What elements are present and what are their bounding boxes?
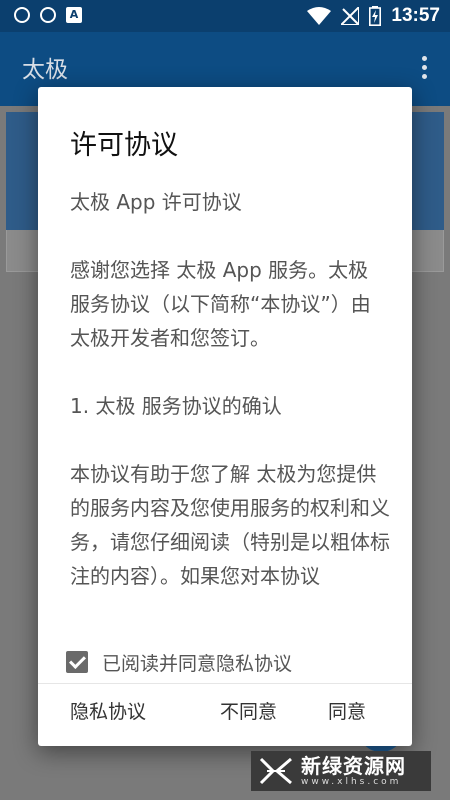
divider: [38, 683, 412, 684]
license-dialog: 许可协议 太极 App 许可协议 感谢您选择 太极 App 服务。太极 服务协议…: [38, 87, 412, 746]
text-fade: [38, 607, 412, 645]
watermark-text: 新绿资源网: [301, 753, 406, 778]
app-title: 太极: [22, 57, 68, 83]
notification-icons: A: [14, 7, 82, 23]
disagree-button[interactable]: 不同意: [220, 697, 277, 727]
watermark-url: www.xlhs.com: [301, 776, 402, 787]
battery-charging-icon: [369, 6, 382, 26]
overflow-menu-icon[interactable]: [422, 56, 428, 83]
status-right: 13:57: [307, 4, 440, 28]
shield-icon: [40, 7, 56, 23]
agree-checkbox[interactable]: [66, 651, 88, 673]
wifi-icon: [307, 7, 332, 25]
agree-checkbox-row[interactable]: 已阅读并同意隐私协议: [66, 645, 292, 679]
clock: 13:57: [391, 5, 440, 26]
no-signal-icon: [341, 7, 360, 25]
checkbox-label[interactable]: 已阅读并同意隐私协议: [102, 649, 292, 676]
watermark-logo-icon: [259, 757, 292, 785]
license-paragraph: 本协议有助于您了解 太极为您提供的服务内容及您使用服务的权利和义务，请您仔细阅读…: [70, 462, 390, 588]
watermark: 新绿资源网 www.xlhs.com: [251, 751, 431, 791]
license-paragraph: 感谢您选择 太极 App 服务。太极 服务协议（以下简称“本协议”）由 太极开发…: [70, 258, 371, 350]
license-paragraph: 1. 太极 服务协议的确认: [70, 394, 282, 418]
shield-icon: [14, 7, 30, 23]
app-a-icon: A: [66, 7, 82, 23]
agree-button[interactable]: 同意: [328, 697, 366, 727]
license-paragraph: 太极 App 许可协议: [70, 190, 242, 214]
privacy-policy-button[interactable]: 隐私协议: [70, 697, 146, 727]
status-bar: A 13:57: [0, 0, 450, 32]
dialog-title: 许可协议: [70, 130, 178, 161]
